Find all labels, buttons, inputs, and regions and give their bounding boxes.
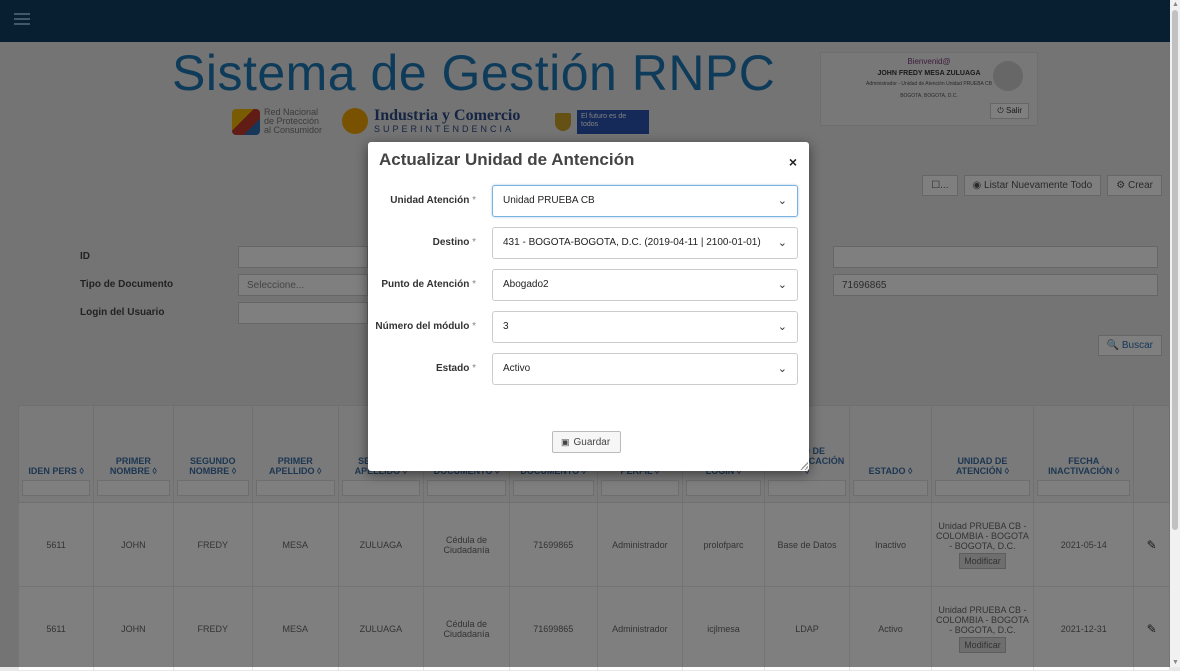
floppy-disk-icon: ▣	[561, 437, 570, 447]
save-label: Guardar	[573, 437, 611, 448]
update-unit-modal: Actualizar Unidad de Antención × Unidad …	[368, 142, 809, 471]
chevron-down-icon: ⌄	[777, 195, 787, 207]
unidad-atencion-select[interactable]: Unidad PRUEBA CB ⌄	[492, 185, 798, 217]
chevron-down-icon: ⌄	[777, 321, 787, 333]
select-value: 431 - BOGOTA-BOGOTA, D.C. (2019-04-11 | …	[503, 237, 761, 248]
field-destino: Destino * 431 - BOGOTA-BOGOTA, D.C. (201…	[368, 227, 809, 259]
punto-atencion-select[interactable]: Abogado2 ⌄	[492, 269, 798, 301]
field-punto-atencion: Punto de Atención * Abogado2 ⌄	[368, 269, 809, 301]
estado-select[interactable]: Activo ⌄	[492, 353, 798, 385]
field-numero-modulo: Número del módulo * 3 ⌄	[368, 311, 809, 343]
scrollbar-thumb[interactable]	[1172, 10, 1178, 530]
chevron-down-icon: ⌄	[777, 237, 787, 249]
resize-grip-icon[interactable]	[800, 462, 808, 470]
field-unidad-atencion: Unidad Atención * Unidad PRUEBA CB ⌄	[368, 185, 809, 217]
destino-select[interactable]: 431 - BOGOTA-BOGOTA, D.C. (2019-04-11 | …	[492, 227, 798, 259]
page-scrollbar[interactable]: ▲ ▼	[1170, 0, 1180, 667]
select-value: Activo	[503, 363, 531, 374]
field-label: Estado *	[435, 363, 476, 374]
select-value: Abogado2	[503, 279, 549, 290]
field-label: Número del módulo *	[375, 321, 476, 332]
save-button[interactable]: ▣ Guardar	[552, 431, 621, 453]
field-label: Punto de Atención *	[381, 279, 476, 290]
numero-modulo-select[interactable]: 3 ⌄	[492, 311, 798, 343]
field-estado: Estado * Activo ⌄	[368, 353, 809, 385]
chevron-down-icon: ⌄	[777, 363, 787, 375]
chevron-down-icon: ⌄	[777, 279, 787, 291]
select-value: 3	[503, 321, 509, 332]
scroll-up-arrow-icon[interactable]: ▲	[1172, 1, 1179, 8]
field-label: Destino *	[432, 237, 476, 248]
select-value: Unidad PRUEBA CB	[503, 195, 595, 206]
modal-title: Actualizar Unidad de Antención	[379, 150, 635, 169]
scroll-down-arrow-icon[interactable]: ▼	[1172, 659, 1179, 666]
field-label: Unidad Atención *	[390, 195, 476, 206]
close-icon[interactable]: ×	[789, 154, 797, 170]
